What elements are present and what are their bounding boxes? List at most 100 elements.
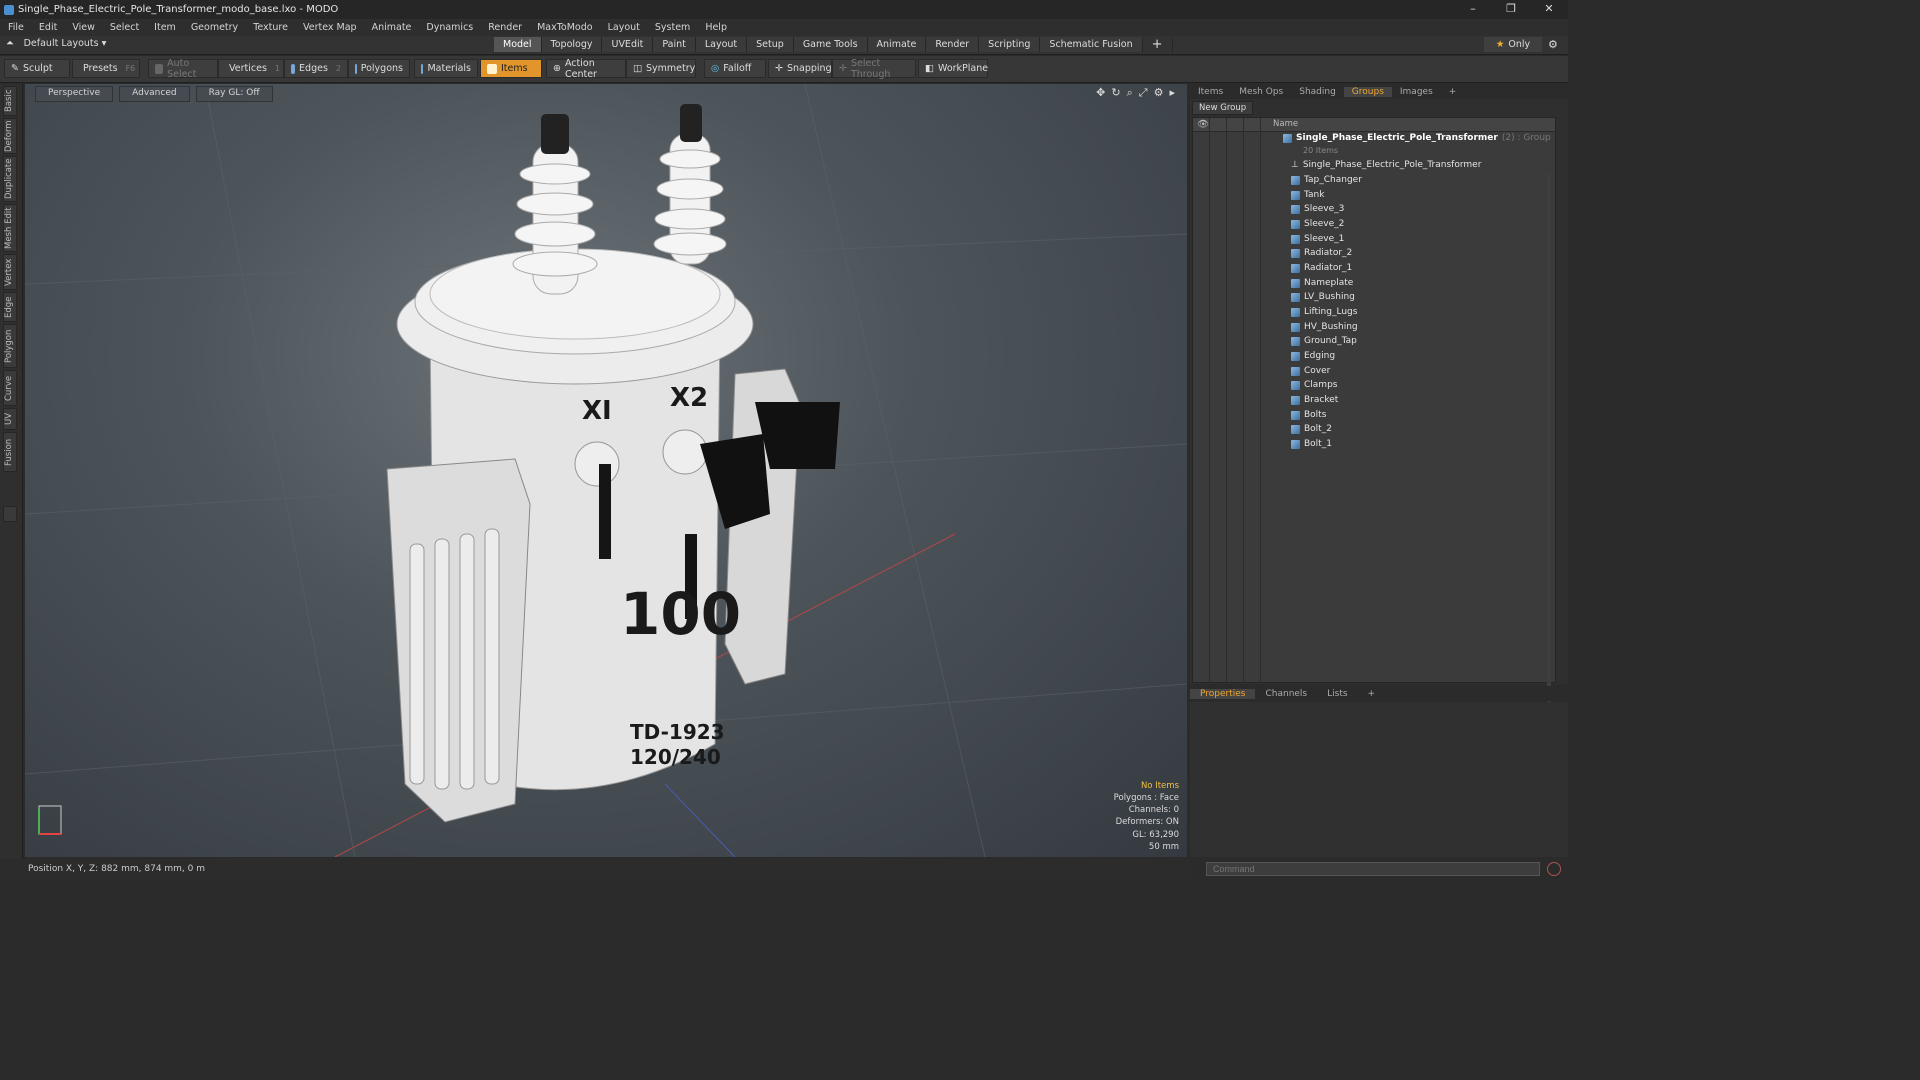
tab-groups[interactable]: Groups [1343, 86, 1392, 97]
tab-fusion[interactable]: Fusion [3, 432, 17, 472]
menu-system[interactable]: System [647, 22, 697, 33]
tab-mesh-ops[interactable]: Mesh Ops [1231, 87, 1291, 97]
list-item[interactable]: Bolt_1 [1291, 439, 1332, 449]
tab-shading[interactable]: Shading [1291, 87, 1344, 97]
tab-setup[interactable]: Setup [747, 37, 794, 52]
tab-polygon[interactable]: Polygon [3, 324, 17, 368]
menu-geometry[interactable]: Geometry [183, 22, 245, 33]
list-item[interactable]: Nameplate [1291, 278, 1353, 288]
tab-properties[interactable]: Properties [1190, 688, 1256, 699]
3d-viewport[interactable]: XI X2 100 TD-1923 120/240 Perspective Ad… [25, 84, 1187, 857]
tab-uv[interactable]: UV [3, 408, 17, 430]
tab-topology[interactable]: Topology [541, 37, 603, 52]
add-panel-tab-button[interactable]: + [1441, 87, 1465, 97]
list-item[interactable]: Tank [1291, 190, 1324, 200]
add-tab-button[interactable]: + [1143, 37, 1173, 52]
list-item[interactable]: Edging [1291, 351, 1335, 361]
tab-vertex[interactable]: Vertex [3, 254, 17, 290]
materials-button[interactable]: Materials [414, 59, 478, 78]
rotate-icon[interactable]: ↻ [1111, 86, 1120, 100]
zoom-icon[interactable]: ⌕ [1127, 86, 1133, 100]
menu-render[interactable]: Render [480, 22, 529, 33]
maximize-button[interactable]: ❐ [1492, 0, 1530, 19]
action-center-button[interactable]: ⊕ Action Center [546, 58, 626, 80]
pan-icon[interactable]: ✥ [1096, 86, 1105, 100]
list-item[interactable]: Sleeve_3 [1291, 204, 1344, 214]
edges-button[interactable]: Edges 2 [284, 59, 348, 78]
tab-paint[interactable]: Paint [653, 37, 696, 52]
menu-item[interactable]: Item [146, 22, 183, 33]
menu-maxtomodo[interactable]: MaxToModo [529, 22, 600, 33]
expand-icon[interactable]: ▸ [1169, 86, 1175, 100]
strip-toggle[interactable] [3, 506, 17, 522]
tab-mesh-edit[interactable]: Mesh Edit [3, 204, 17, 252]
tab-basic[interactable]: Basic [3, 86, 17, 116]
new-group-button[interactable]: New Group [1192, 101, 1254, 115]
close-button[interactable]: ✕ [1530, 0, 1568, 19]
only-button[interactable]: ★ Only [1484, 37, 1542, 52]
list-item[interactable]: Clamps [1291, 380, 1337, 390]
list-item[interactable]: Sleeve_1 [1291, 234, 1344, 244]
raygl-toggle[interactable]: Ray GL: Off [195, 86, 273, 102]
gear-icon[interactable]: ⚙ [1548, 38, 1558, 51]
menu-vertex-map[interactable]: Vertex Map [295, 22, 364, 33]
snapping-button[interactable]: ✛ Snapping [768, 59, 832, 78]
command-history-icon[interactable] [1547, 862, 1561, 876]
tab-layout[interactable]: Layout [695, 37, 748, 52]
list-item[interactable]: ⊥ Single_Phase_Electric_Pole_Transformer [1291, 160, 1481, 170]
tab-uvedit[interactable]: UVEdit [602, 37, 654, 52]
tab-items[interactable]: Items [1190, 87, 1231, 97]
tab-channels[interactable]: Channels [1255, 689, 1317, 699]
list-item[interactable]: Bracket [1291, 395, 1338, 405]
menu-texture[interactable]: Texture [245, 22, 295, 33]
list-item[interactable]: Cover [1291, 366, 1330, 376]
menu-select[interactable]: Select [102, 22, 146, 33]
command-input[interactable] [1206, 862, 1540, 876]
menu-animate[interactable]: Animate [364, 22, 419, 33]
shading-dropdown[interactable]: Advanced [119, 86, 190, 102]
group-row[interactable]: Single_Phase_Electric_Pole_Transformer (… [1283, 133, 1551, 143]
tab-images[interactable]: Images [1392, 87, 1441, 97]
list-item[interactable]: Ground_Tap [1291, 336, 1357, 346]
add-properties-tab-button[interactable]: + [1358, 689, 1386, 699]
tab-curve[interactable]: Curve [3, 370, 17, 406]
layout-collapse-icon[interactable]: ⏶ [6, 38, 14, 49]
list-item[interactable]: LV_Bushing [1291, 292, 1355, 302]
items-button[interactable]: Items [480, 59, 542, 78]
menu-edit[interactable]: Edit [31, 22, 64, 33]
minimize-button[interactable]: – [1454, 0, 1492, 19]
view-mode-dropdown[interactable]: Perspective [35, 86, 114, 102]
tab-game-tools[interactable]: Game Tools [793, 37, 868, 52]
menu-view[interactable]: View [64, 22, 102, 33]
list-item[interactable]: Sleeve_2 [1291, 219, 1344, 229]
vertices-button[interactable]: Vertices 1 [218, 59, 284, 78]
layouts-dropdown[interactable]: ⏶ Default Layouts ▾ [6, 38, 106, 49]
list-item[interactable]: Lifting_Lugs [1291, 307, 1357, 317]
polygons-button[interactable]: Polygons [348, 59, 410, 78]
menu-layout[interactable]: Layout [600, 22, 647, 33]
falloff-button[interactable]: ◎ Falloff [704, 59, 766, 78]
fit-icon[interactable]: ⤢ [1139, 86, 1148, 100]
symmetry-button[interactable]: ◫ Symmetry [626, 59, 696, 78]
list-item[interactable]: HV_Bushing [1291, 322, 1358, 332]
menu-help[interactable]: Help [697, 22, 734, 33]
tab-schematic-fusion[interactable]: Schematic Fusion [1040, 37, 1143, 52]
menu-file[interactable]: File [0, 22, 31, 33]
auto-select-button[interactable]: Auto Select [148, 58, 218, 80]
tab-deform[interactable]: Deform [3, 118, 17, 154]
tree-scrollbar[interactable] [1547, 174, 1551, 714]
tab-duplicate[interactable]: Duplicate [3, 156, 17, 202]
tab-scripting[interactable]: Scripting [979, 37, 1041, 52]
list-item[interactable]: Tap_Changer [1291, 175, 1362, 185]
presets-button[interactable]: Presets F6 [72, 59, 140, 78]
tab-model[interactable]: Model [494, 37, 542, 52]
tab-edge[interactable]: Edge [3, 292, 17, 322]
list-item[interactable]: Radiator_1 [1291, 263, 1352, 273]
list-item[interactable]: Bolt_2 [1291, 424, 1332, 434]
tab-lists[interactable]: Lists [1317, 689, 1357, 699]
workplane-button[interactable]: ◧ WorkPlane [918, 59, 988, 78]
menu-dynamics[interactable]: Dynamics [418, 22, 480, 33]
tab-animate[interactable]: Animate [867, 37, 927, 52]
select-through-button[interactable]: ✛ Select Through [832, 58, 916, 80]
list-item[interactable]: Bolts [1291, 410, 1326, 420]
